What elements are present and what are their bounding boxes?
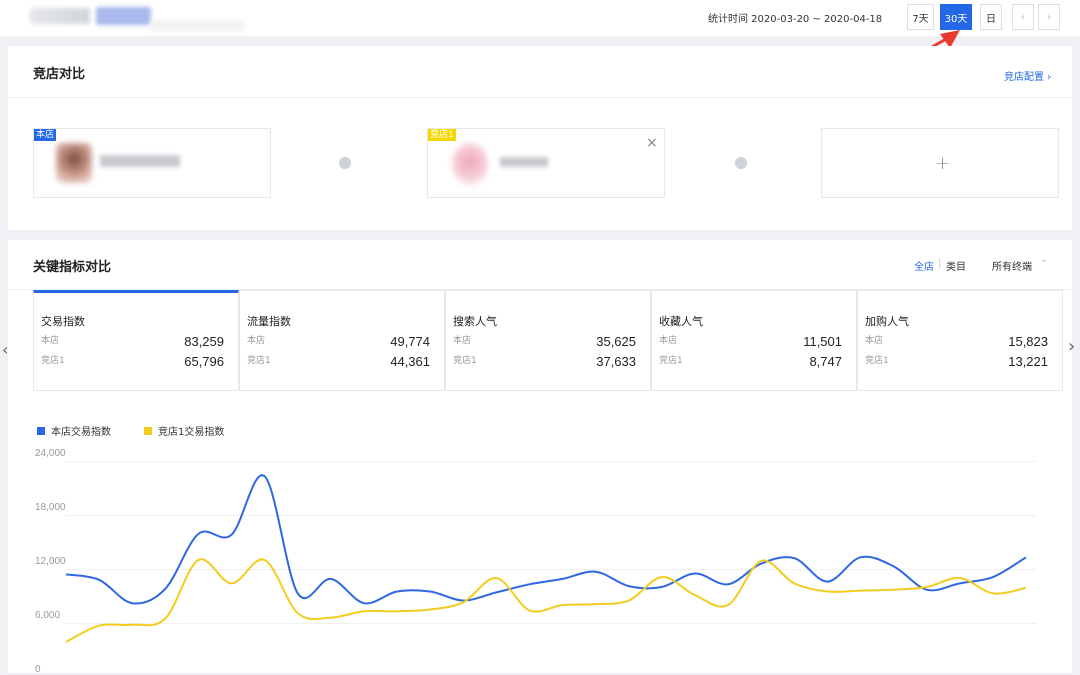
series-line-competitor (65, 558, 1027, 643)
trade-index-line-chart (65, 474, 1027, 643)
series-line-own (65, 474, 1027, 605)
